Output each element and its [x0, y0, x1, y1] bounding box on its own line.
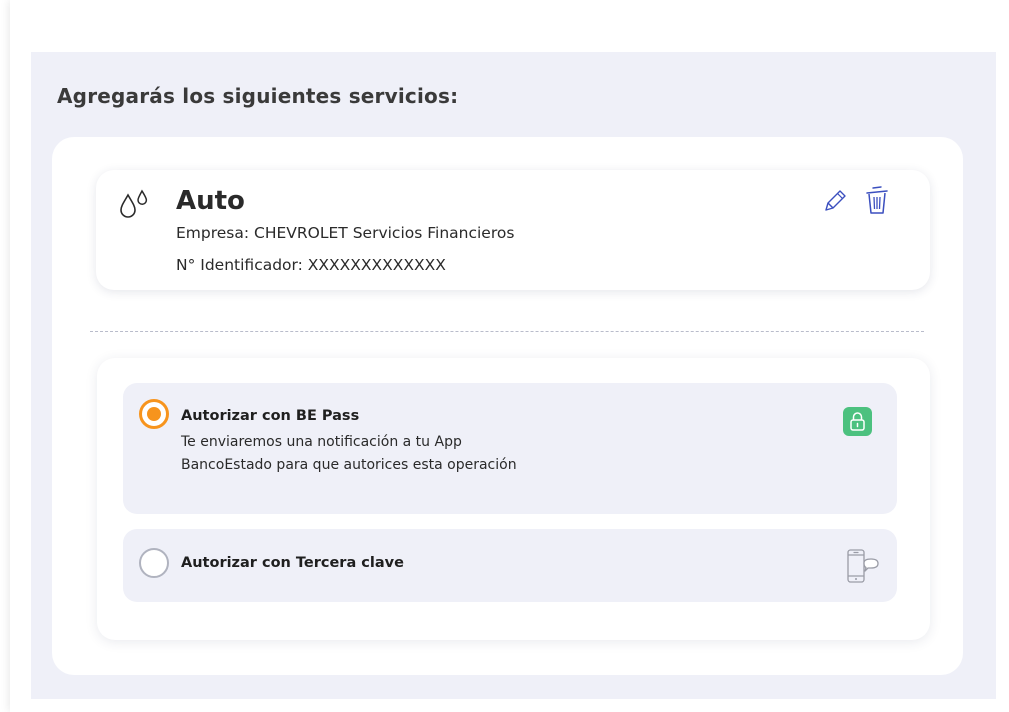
- section-title: Agregarás los siguientes servicios:: [57, 84, 459, 108]
- edit-button[interactable]: [821, 187, 849, 215]
- divider: [90, 331, 924, 332]
- lock-icon: [843, 407, 872, 436]
- pencil-icon: [825, 190, 846, 211]
- option-be-pass-description-line2: BancoEstado para que autorices esta oper…: [181, 457, 517, 473]
- radio-be-pass-selected[interactable]: [139, 399, 169, 429]
- service-name: Auto: [176, 186, 245, 216]
- service-company: Empresa: CHEVROLET Servicios Financieros: [176, 224, 515, 242]
- delete-button[interactable]: [864, 185, 890, 217]
- radio-tercera-clave[interactable]: [139, 548, 169, 578]
- option-be-pass-description-line1: Te enviaremos una notificación a tu App: [181, 434, 462, 450]
- service-identifier: N° Identificador: XXXXXXXXXXXXX: [176, 256, 446, 274]
- option-tercera-clave-title: Autorizar con Tercera clave: [181, 555, 404, 571]
- water-drops-icon: [119, 189, 151, 219]
- phone-message-icon: [843, 548, 881, 586]
- option-be-pass-title: Autorizar con BE Pass: [181, 408, 360, 424]
- trash-icon: [866, 186, 888, 214]
